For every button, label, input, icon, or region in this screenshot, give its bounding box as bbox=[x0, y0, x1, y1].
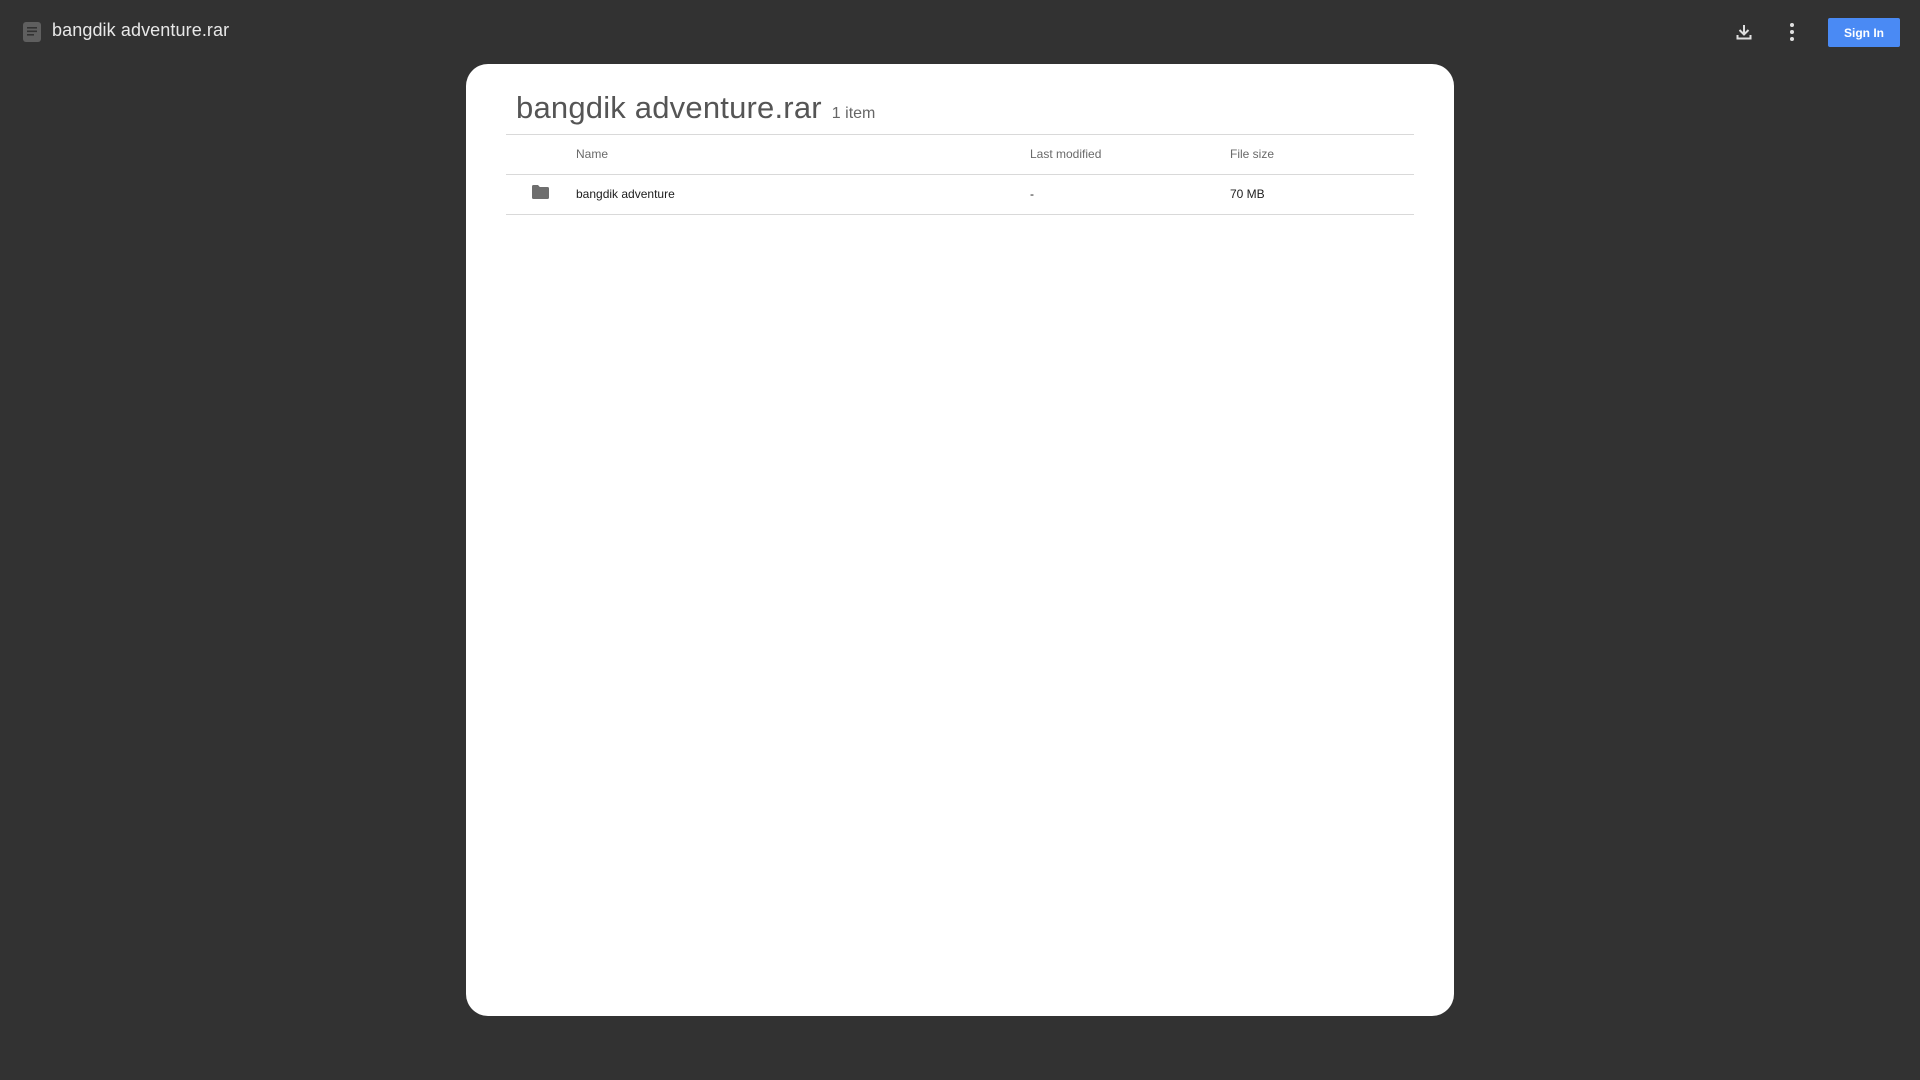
sign-in-button[interactable]: Sign In bbox=[1828, 18, 1900, 47]
table-row[interactable]: bangdik adventure - 70 MB bbox=[506, 174, 1414, 215]
file-last-modified: - bbox=[1030, 187, 1034, 201]
archive-header: bangdik adventure.rar 1 item bbox=[516, 90, 875, 126]
download-icon bbox=[1736, 25, 1752, 40]
archive-title: bangdik adventure.rar bbox=[516, 90, 822, 125]
file-table: Name Last modified File size bangdik adv… bbox=[506, 134, 1414, 215]
file-size: 70 MB bbox=[1230, 187, 1265, 201]
item-count: 1 item bbox=[831, 105, 876, 122]
more-vert-icon bbox=[1790, 23, 1794, 41]
file-name: bangdik adventure bbox=[576, 187, 675, 201]
window-title: bangdik adventure.rar bbox=[52, 20, 230, 40]
more-options-button[interactable] bbox=[1776, 16, 1808, 48]
column-header-last-modified[interactable]: Last modified bbox=[1030, 135, 1101, 174]
column-header-name[interactable]: Name bbox=[576, 135, 608, 174]
download-button[interactable] bbox=[1728, 16, 1760, 48]
table-header-row: Name Last modified File size bbox=[506, 134, 1414, 174]
top-bar: bangdik adventure.rar Sign In bbox=[0, 0, 1920, 64]
folder-icon bbox=[532, 185, 549, 199]
document-icon bbox=[23, 22, 41, 42]
column-header-file-size[interactable]: File size bbox=[1230, 135, 1274, 174]
archive-viewer-card: bangdik adventure.rar 1 item Name Last m… bbox=[466, 64, 1454, 1016]
